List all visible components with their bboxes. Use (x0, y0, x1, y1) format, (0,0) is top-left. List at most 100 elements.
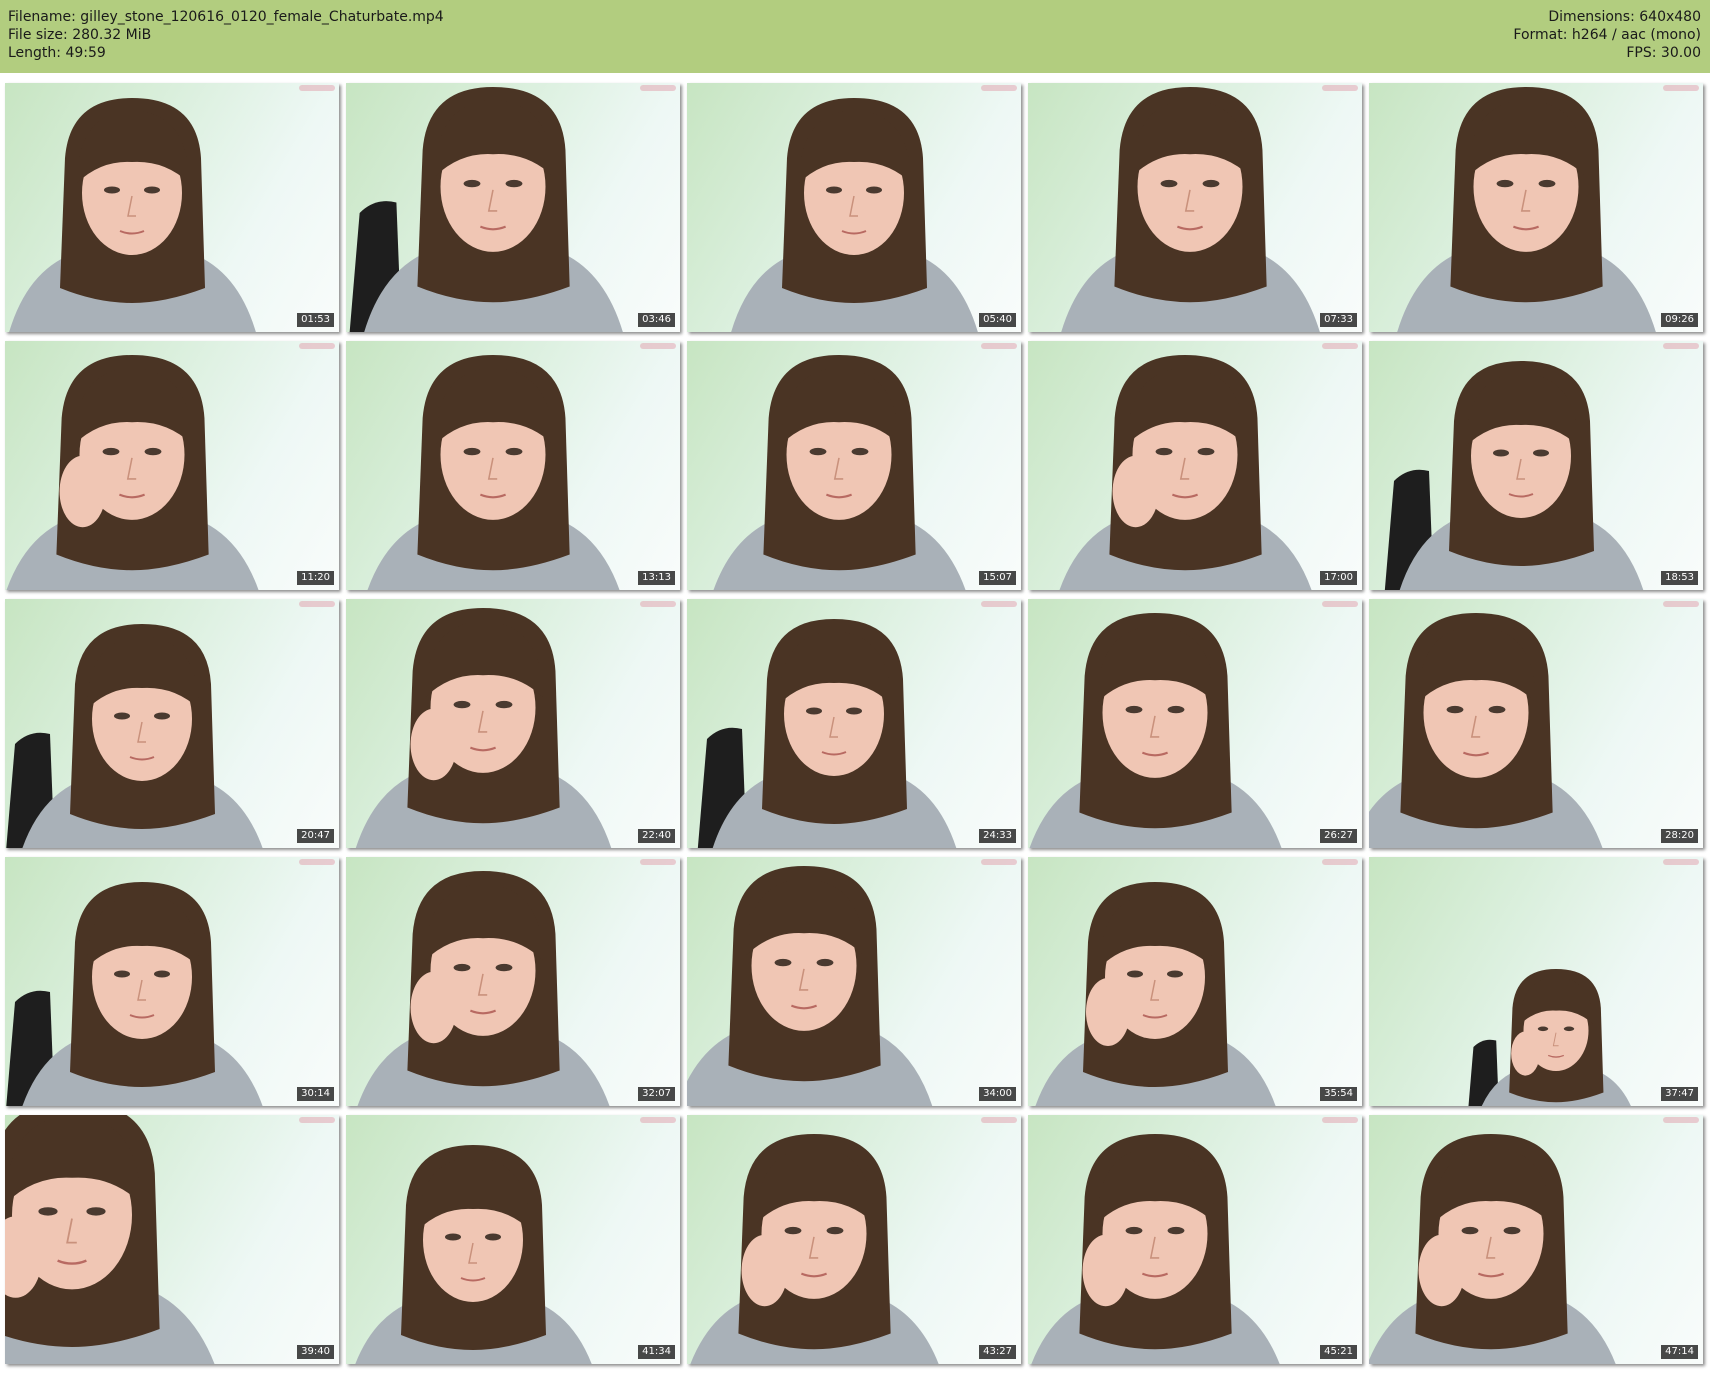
webcam-frame-image (1369, 1134, 1616, 1364)
video-frame-thumbnail: 32:07 (346, 857, 680, 1106)
file-info-right: Dimensions: 640x480 Format: h264 / aac (… (1513, 8, 1701, 62)
watermark-logo (299, 859, 335, 865)
webcam-frame-image (9, 98, 256, 332)
webcam-frame-image (367, 355, 620, 590)
watermark-logo (299, 85, 335, 91)
frame-timestamp: 26:27 (1320, 829, 1357, 843)
watermark-logo (981, 343, 1017, 349)
webcam-frame-image (349, 87, 623, 332)
webcam-frame-image (357, 871, 610, 1106)
frame-timestamp: 34:00 (979, 1087, 1016, 1101)
watermark-logo (1322, 1117, 1358, 1123)
video-frame-thumbnail: 07:33 (1028, 83, 1362, 332)
webcam-frame-image (6, 355, 259, 590)
webcam-frame-image (1369, 613, 1603, 848)
frame-timestamp: 20:47 (297, 829, 334, 843)
info-header: Filename: gilley_stone_120616_0120_femal… (0, 0, 1710, 73)
watermark-logo (981, 85, 1017, 91)
webcam-frame-image (1468, 969, 1631, 1106)
thumbnail-grid: 01:53 03:46 05:40 07:33 09:26 11:20 13:13 15:07… (5, 83, 1705, 1364)
file-info-left: Filename: gilley_stone_120616_0120_femal… (8, 8, 444, 62)
watermark-logo (640, 859, 676, 865)
filename-text: Filename: gilley_stone_120616_0120_femal… (8, 9, 444, 25)
video-frame-thumbnail: 34:00 (687, 857, 1021, 1106)
video-frame-thumbnail: 11:20 (5, 341, 339, 590)
frame-timestamp: 30:14 (297, 1087, 334, 1101)
webcam-frame-image (731, 98, 978, 332)
watermark-logo (1322, 85, 1358, 91)
video-frame-thumbnail: 47:14 (1369, 1115, 1703, 1364)
frame-timestamp: 28:20 (1661, 829, 1698, 843)
webcam-frame-image (6, 882, 263, 1106)
video-frame-thumbnail: 17:00 (1028, 341, 1362, 590)
video-frame-thumbnail: 01:53 (5, 83, 339, 332)
watermark-logo (299, 1117, 335, 1123)
frame-timestamp: 15:07 (979, 571, 1016, 585)
video-frame-thumbnail: 18:53 (1369, 341, 1703, 590)
watermark-logo (640, 85, 676, 91)
video-frame-thumbnail: 05:40 (687, 83, 1021, 332)
watermark-logo (640, 601, 676, 607)
frame-timestamp: 39:40 (297, 1345, 334, 1359)
webcam-frame-image (1031, 1134, 1280, 1364)
watermark-logo (1322, 859, 1358, 865)
frame-timestamp: 17:00 (1320, 571, 1357, 585)
video-frame-thumbnail: 20:47 (5, 599, 339, 848)
frame-timestamp: 13:13 (638, 571, 675, 585)
frame-timestamp: 41:34 (638, 1345, 675, 1359)
watermark-logo (640, 1117, 676, 1123)
frame-timestamp: 09:26 (1661, 313, 1698, 327)
dimensions-text: Dimensions: 640x480 (1548, 9, 1701, 25)
webcam-frame-image (1384, 361, 1644, 590)
frame-timestamp: 11:20 (297, 571, 334, 585)
video-frame-thumbnail: 37:47 (1369, 857, 1703, 1106)
frame-timestamp: 07:33 (1320, 313, 1357, 327)
video-frame-thumbnail: 30:14 (5, 857, 339, 1106)
frame-timestamp: 45:21 (1320, 1345, 1357, 1359)
frame-timestamp: 18:53 (1661, 571, 1698, 585)
video-frame-thumbnail: 28:20 (1369, 599, 1703, 848)
webcam-frame-image (1061, 87, 1320, 332)
watermark-logo (1663, 85, 1699, 91)
webcam-frame-image (1059, 355, 1312, 590)
video-frame-thumbnail: 15:07 (687, 341, 1021, 590)
video-frame-thumbnail: 41:34 (346, 1115, 680, 1364)
frame-timestamp: 35:54 (1320, 1087, 1357, 1101)
frame-timestamp: 22:40 (638, 829, 675, 843)
webcam-frame-image (1035, 882, 1276, 1106)
webcam-frame-image (355, 608, 612, 848)
video-frame-thumbnail: 45:21 (1028, 1115, 1362, 1364)
video-frame-thumbnail: 03:46 (346, 83, 680, 332)
watermark-logo (1322, 601, 1358, 607)
watermark-logo (981, 1117, 1017, 1123)
watermark-logo (1322, 343, 1358, 349)
frame-timestamp: 32:07 (638, 1087, 675, 1101)
frame-timestamp: 24:33 (979, 829, 1016, 843)
video-frame-thumbnail: 26:27 (1028, 599, 1362, 848)
webcam-frame-image (5, 1115, 215, 1364)
video-frame-thumbnail: 39:40 (5, 1115, 339, 1364)
frame-timestamp: 03:46 (638, 313, 675, 327)
length-text: Length: 49:59 (8, 45, 106, 61)
webcam-frame-image (355, 1145, 592, 1364)
webcam-frame-image (690, 1134, 939, 1364)
watermark-logo (299, 343, 335, 349)
watermark-logo (1663, 1117, 1699, 1123)
webcam-frame-image (697, 619, 957, 848)
video-frame-thumbnail: 43:27 (687, 1115, 1021, 1364)
webcam-frame-image (6, 624, 263, 848)
frame-timestamp: 01:53 (297, 313, 334, 327)
video-frame-thumbnail: 22:40 (346, 599, 680, 848)
webcam-frame-image (1029, 613, 1282, 848)
frame-timestamp: 37:47 (1661, 1087, 1698, 1101)
watermark-logo (299, 601, 335, 607)
video-frame-thumbnail: 13:13 (346, 341, 680, 590)
video-frame-thumbnail: 09:26 (1369, 83, 1703, 332)
webcam-frame-image (1397, 87, 1656, 332)
watermark-logo (981, 859, 1017, 865)
watermark-logo (1663, 601, 1699, 607)
frame-timestamp: 43:27 (979, 1345, 1016, 1359)
video-frame-thumbnail: 24:33 (687, 599, 1021, 848)
watermark-logo (1663, 343, 1699, 349)
video-frame-thumbnail: 35:54 (1028, 857, 1362, 1106)
